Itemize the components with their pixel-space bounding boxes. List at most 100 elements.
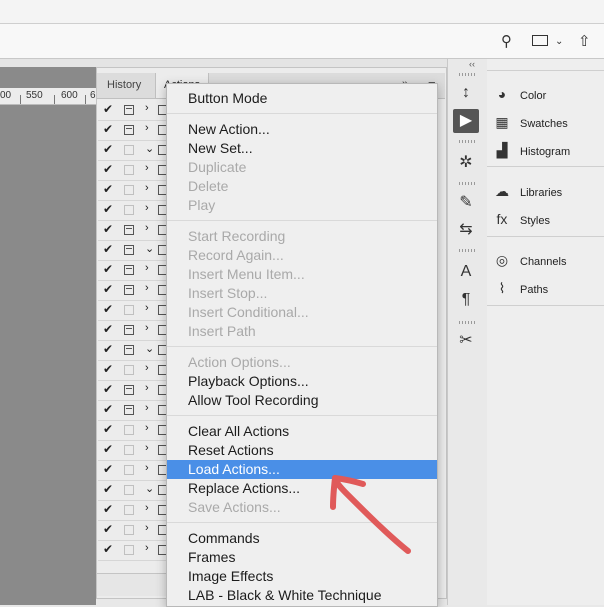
checkmark-icon[interactable]: ✔ <box>103 222 113 236</box>
expand-icon[interactable]: ⌄ <box>145 342 154 355</box>
dialog-toggle-icon[interactable] <box>124 465 134 475</box>
search-icon[interactable]: ⚲ <box>501 32 512 50</box>
checkmark-icon[interactable]: ✔ <box>103 102 113 116</box>
checkmark-icon[interactable]: ✔ <box>103 162 113 176</box>
checkmark-icon[interactable]: ✔ <box>103 342 113 356</box>
panel-histogram[interactable]: ▟ Histogram <box>493 139 571 161</box>
navigator-icon[interactable]: ✲ <box>452 151 480 175</box>
checkmark-icon[interactable]: ✔ <box>103 202 113 216</box>
checkmark-icon[interactable]: ✔ <box>103 182 113 196</box>
menu-item-save-actions[interactable]: Save Actions... <box>167 498 437 517</box>
menu-item-insert-stop[interactable]: Insert Stop... <box>167 284 437 303</box>
dialog-toggle-icon[interactable] <box>124 145 134 155</box>
checkmark-icon[interactable]: ✔ <box>103 442 113 456</box>
checkmark-icon[interactable]: ✔ <box>103 142 113 156</box>
expand-icon[interactable]: › <box>145 542 149 554</box>
checkmark-icon[interactable]: ✔ <box>103 242 113 256</box>
dialog-toggle-icon[interactable] <box>124 545 134 555</box>
checkmark-icon[interactable]: ✔ <box>103 402 113 416</box>
dialog-toggle-icon[interactable] <box>124 425 134 435</box>
expand-icon[interactable]: › <box>145 462 149 474</box>
expand-icon[interactable]: › <box>145 202 149 214</box>
expand-icon[interactable]: › <box>145 362 149 374</box>
menu-item-action-options[interactable]: Action Options... <box>167 353 437 372</box>
menu-item-delete[interactable]: Delete <box>167 177 437 196</box>
expand-icon[interactable]: ⌄ <box>145 142 154 155</box>
checkmark-icon[interactable]: ✔ <box>103 422 113 436</box>
menu-item-commands[interactable]: Commands <box>167 529 437 548</box>
checkmark-icon[interactable]: ✔ <box>103 382 113 396</box>
brushes-icon[interactable]: ✎ <box>452 191 480 215</box>
expand-icon[interactable]: › <box>145 262 149 274</box>
expand-icon[interactable]: › <box>145 502 149 514</box>
dialog-toggle-icon[interactable] <box>124 405 134 415</box>
drag-handle[interactable] <box>459 73 475 76</box>
expand-icon[interactable]: › <box>145 522 149 534</box>
dialog-toggle-icon[interactable] <box>124 525 134 535</box>
dialog-toggle-icon[interactable] <box>124 225 134 235</box>
menu-item-start-recording[interactable]: Start Recording <box>167 227 437 246</box>
menu-item-reset-actions[interactable]: Reset Actions <box>167 441 437 460</box>
checkmark-icon[interactable]: ✔ <box>103 542 113 556</box>
expand-icon[interactable]: › <box>145 162 149 174</box>
expand-icon[interactable]: ⌄ <box>145 482 154 495</box>
workspace-icon[interactable] <box>532 35 548 46</box>
expand-icon[interactable]: ⌄ <box>145 242 154 255</box>
menu-item-insert-menu-item[interactable]: Insert Menu Item... <box>167 265 437 284</box>
expand-icon[interactable]: › <box>145 302 149 314</box>
character-icon[interactable]: A <box>452 260 480 284</box>
expand-icon[interactable]: › <box>145 322 149 334</box>
checkmark-icon[interactable]: ✔ <box>103 282 113 296</box>
panel-paths[interactable]: ⌇ Paths <box>493 277 549 299</box>
collapse-strip-icon[interactable]: ‹‹ <box>469 59 475 69</box>
expand-icon[interactable]: › <box>145 422 149 434</box>
expand-icon[interactable]: › <box>145 282 149 294</box>
drag-handle[interactable] <box>459 321 475 324</box>
menu-item-replace-actions[interactable]: Replace Actions... <box>167 479 437 498</box>
checkmark-icon[interactable]: ✔ <box>103 522 113 536</box>
dialog-toggle-icon[interactable] <box>124 485 134 495</box>
expand-icon[interactable]: › <box>145 382 149 394</box>
expand-icon[interactable]: › <box>145 402 149 414</box>
menu-item-record-again[interactable]: Record Again... <box>167 246 437 265</box>
expand-icon[interactable]: › <box>145 442 149 454</box>
menu-item-image-effects[interactable]: Image Effects <box>167 567 437 586</box>
history-icon[interactable]: ↕ <box>452 81 480 105</box>
expand-icon[interactable]: › <box>145 102 149 114</box>
adjustments-icon[interactable]: ⇆ <box>452 218 480 242</box>
checkmark-icon[interactable]: ✔ <box>103 322 113 336</box>
dialog-toggle-icon[interactable] <box>124 445 134 455</box>
actions-play-icon[interactable]: ▶ <box>453 109 479 133</box>
dialog-toggle-icon[interactable] <box>124 305 134 315</box>
document-canvas[interactable] <box>0 67 96 605</box>
drag-handle[interactable] <box>459 140 475 143</box>
checkmark-icon[interactable]: ✔ <box>103 122 113 136</box>
dialog-toggle-icon[interactable] <box>124 245 134 255</box>
dialog-toggle-icon[interactable] <box>124 285 134 295</box>
panel-libraries[interactable]: ☁ Libraries <box>493 180 562 202</box>
dialog-toggle-icon[interactable] <box>124 365 134 375</box>
menu-item-button-mode[interactable]: Button Mode <box>167 89 437 108</box>
dialog-toggle-icon[interactable] <box>124 125 134 135</box>
menu-item-play[interactable]: Play <box>167 196 437 215</box>
menu-item-load-actions[interactable]: Load Actions... <box>167 460 437 479</box>
menu-item-duplicate[interactable]: Duplicate <box>167 158 437 177</box>
drag-handle[interactable] <box>459 249 475 252</box>
menu-item-new-set[interactable]: New Set... <box>167 139 437 158</box>
dialog-toggle-icon[interactable] <box>124 165 134 175</box>
menu-item-playback-options[interactable]: Playback Options... <box>167 372 437 391</box>
menu-item-clear-all-actions[interactable]: Clear All Actions <box>167 422 437 441</box>
menu-item-new-action[interactable]: New Action... <box>167 120 437 139</box>
dialog-toggle-icon[interactable] <box>124 205 134 215</box>
dialog-toggle-icon[interactable] <box>124 265 134 275</box>
checkmark-icon[interactable]: ✔ <box>103 502 113 516</box>
checkmark-icon[interactable]: ✔ <box>103 462 113 476</box>
menu-item-lab-black-white-technique[interactable]: LAB - Black & White Technique <box>167 586 437 605</box>
panel-swatches[interactable]: ▦ Swatches <box>493 111 567 133</box>
menu-item-allow-tool-recording[interactable]: Allow Tool Recording <box>167 391 437 410</box>
share-icon[interactable]: ⇧ <box>578 32 591 50</box>
paragraph-icon[interactable]: ¶ <box>452 288 480 312</box>
checkmark-icon[interactable]: ✔ <box>103 362 113 376</box>
expand-icon[interactable]: › <box>145 182 149 194</box>
dialog-toggle-icon[interactable] <box>124 325 134 335</box>
